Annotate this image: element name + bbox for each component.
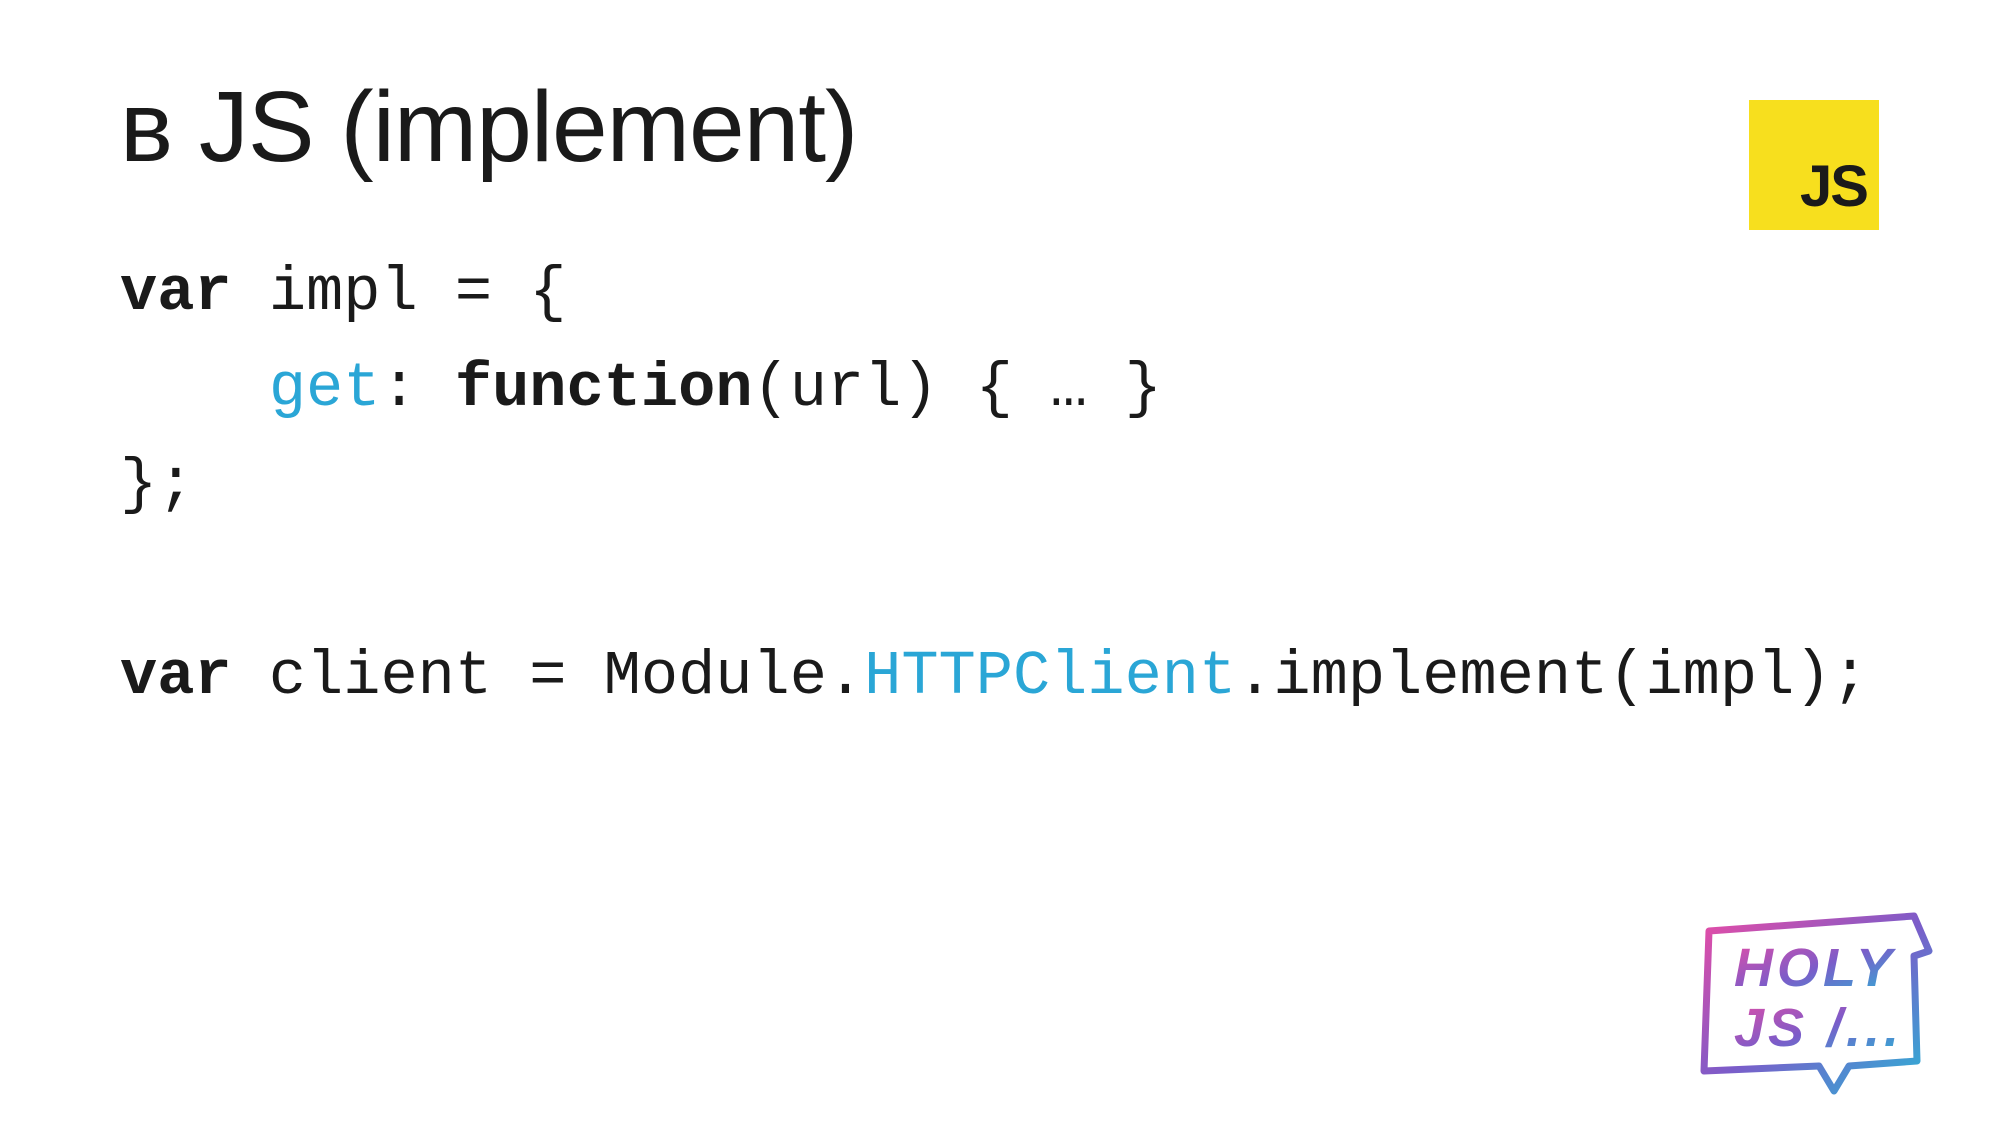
holy-js-logo-svg: HOLY JS /... [1689, 906, 1939, 1096]
code-kw-var-1: var [120, 257, 232, 328]
code-line2-after: : [380, 353, 454, 424]
code-line5-mid1: client = Module. [232, 641, 865, 712]
logo-text-holy: HOLY [1734, 938, 1897, 998]
code-block: var impl = { get: function(url) { … } };… [120, 245, 1879, 725]
js-badge: JS [1749, 100, 1879, 230]
code-line2-indent [120, 353, 269, 424]
code-kw-function: function [455, 353, 753, 424]
code-httpclient: HTTPClient [864, 641, 1236, 712]
code-line5-rest: .implement(impl); [1236, 641, 1869, 712]
holy-js-logo: HOLY JS /... [1689, 906, 1939, 1096]
code-kw-var-2: var [120, 641, 232, 712]
code-prop-get: get [269, 353, 381, 424]
code-line1-rest: impl = { [232, 257, 567, 328]
code-line3: }; [120, 449, 194, 520]
logo-text-js: JS /... [1734, 998, 1903, 1058]
slide-title: в JS (implement) [120, 70, 1879, 185]
slide-container: JS в JS (implement) var impl = { get: fu… [0, 0, 1999, 1126]
js-badge-text: JS [1800, 153, 1867, 220]
code-line2-rest: (url) { … } [753, 353, 1162, 424]
